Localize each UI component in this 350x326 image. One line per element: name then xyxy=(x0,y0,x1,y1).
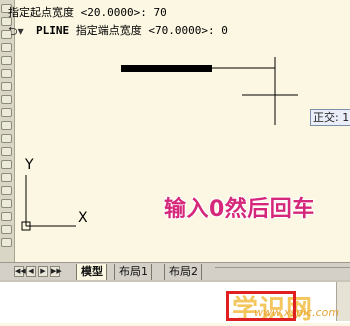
polyline-thick-segment[interactable] xyxy=(121,65,212,72)
instruction-caption: 输入0然后回车 xyxy=(164,197,315,222)
ucs-icon xyxy=(21,175,76,231)
command-keyword: PLINE xyxy=(36,24,70,37)
ellipse-icon[interactable] xyxy=(1,108,12,117)
ortho-icon[interactable] xyxy=(1,238,12,247)
input-highlight-box xyxy=(226,291,296,321)
next-tab-button[interactable]: ▶ xyxy=(38,266,48,277)
revcloud-icon[interactable] xyxy=(1,82,12,91)
tab-model[interactable]: 模型 xyxy=(76,264,107,280)
hatch-icon[interactable] xyxy=(1,173,12,182)
ucs-x-label: X xyxy=(78,210,88,226)
gradient-icon[interactable] xyxy=(1,186,12,195)
first-tab-button[interactable]: ◀◀ xyxy=(14,266,26,277)
prev-tab-button[interactable]: ◀ xyxy=(26,266,36,277)
spline-icon[interactable] xyxy=(1,95,12,104)
table-icon[interactable] xyxy=(1,212,12,221)
command-prompt-text: 指定端点宽度 <70.0000>: 0 xyxy=(75,24,228,37)
circle-icon[interactable] xyxy=(1,69,12,78)
layout-tab-bar: ◀◀ ◀ ▶ ▶▶ 模型 布局1 布局2 xyxy=(0,262,350,281)
ortho-tooltip: 正交: 178 xyxy=(310,109,350,126)
command-input-line[interactable]: PLINE 指定端点宽度 <70.0000>: 0 xyxy=(36,22,228,38)
command-prompt-icon[interactable]: ⮌▾ xyxy=(8,22,24,43)
tab-bar-divider xyxy=(215,267,350,278)
last-tab-button[interactable]: ▶▶ xyxy=(50,266,62,277)
arc-icon[interactable] xyxy=(1,56,12,65)
ucs-y-label: Y xyxy=(25,157,34,173)
mtext-icon[interactable] xyxy=(1,225,12,234)
crosshair-cursor xyxy=(242,57,298,125)
region-icon[interactable] xyxy=(1,199,12,208)
command-history-line: 指定起点宽度 <20.0000>: 70 xyxy=(8,6,167,19)
tab-layout2[interactable]: 布局2 xyxy=(164,264,202,280)
block-icon[interactable] xyxy=(1,147,12,156)
ellipse-arc-icon[interactable] xyxy=(1,121,12,130)
point-icon[interactable] xyxy=(1,160,12,169)
insert-icon[interactable] xyxy=(1,134,12,143)
tab-layout1[interactable]: 布局1 xyxy=(114,264,152,280)
rectangle-icon[interactable] xyxy=(1,43,12,52)
